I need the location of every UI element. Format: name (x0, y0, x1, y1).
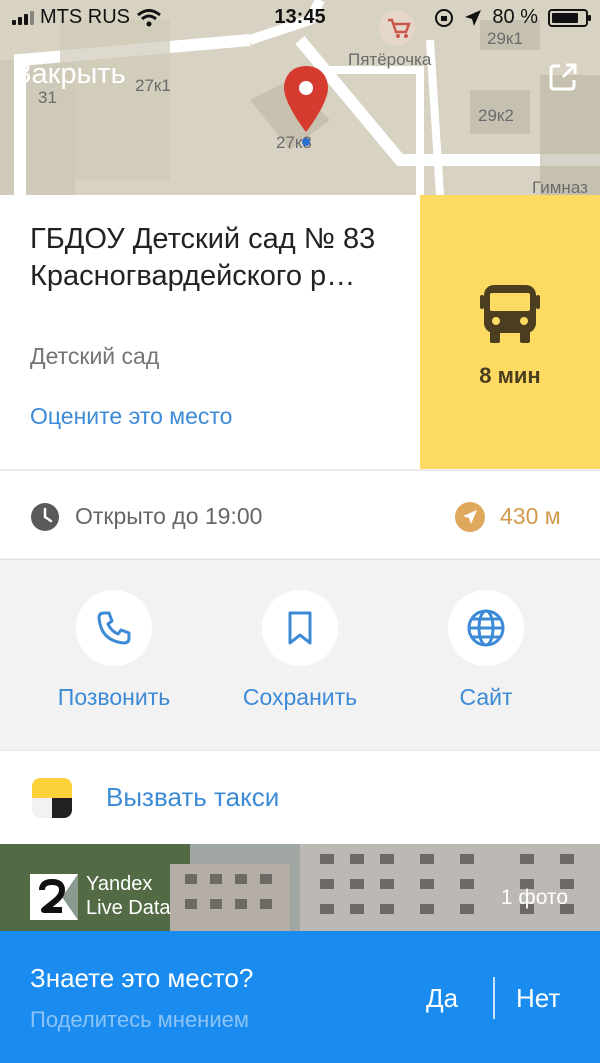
live-data-product: Live Data (86, 897, 171, 919)
close-button[interactable]: Закрыть (14, 58, 126, 91)
yes-button[interactable]: Да (426, 983, 458, 1014)
map-preview[interactable]: 31 27к1 27к3 Пятёрочка 29к1 29к2 Гимназ … (0, 0, 600, 195)
live-data-brand: Yandex (86, 873, 153, 895)
place-title: ГБДОУ Детский сад № 83 Красногвардейског… (30, 223, 376, 292)
clock-icon (31, 503, 59, 531)
yandex-taxi-icon (32, 778, 72, 818)
map-label: 31 (38, 88, 57, 107)
phone-icon (97, 611, 131, 645)
location-arrow-icon (465, 9, 482, 26)
orientation-lock-icon (435, 8, 454, 27)
feedback-question: Знаете это место? (30, 963, 254, 993)
bookmark-icon (288, 611, 312, 645)
info-row: Открыто до 19:00 430 м (0, 470, 600, 558)
live-data-label: Yandex Live Data (86, 872, 171, 920)
feedback-divider (493, 977, 495, 1019)
external-link-icon[interactable] (548, 62, 578, 92)
call-label: Позвонить (57, 684, 171, 710)
map-label: Пятёрочка (348, 50, 432, 69)
battery-percent: 80 % (492, 6, 538, 28)
save-button[interactable]: Сохранить (220, 590, 380, 711)
rate-place-link[interactable]: Оцените это место (30, 403, 232, 430)
actions-bar: Позвонить Сохранить Сайт (0, 559, 600, 749)
feedback-prompt: Поделитесь мнением (30, 1007, 249, 1032)
globe-icon (467, 609, 505, 647)
distance: 430 м (500, 503, 561, 529)
place-category: Детский сад (30, 343, 160, 369)
website-label: Сайт (459, 684, 513, 710)
taxi-row[interactable]: Вызвать такси (0, 750, 600, 844)
map-label: 29к2 (478, 106, 514, 125)
call-taxi-link[interactable]: Вызвать такси (106, 782, 279, 813)
place-card-header: ГБДОУ Детский сад № 83 Красногвардейског… (0, 195, 600, 469)
navigation-arrow-icon (455, 502, 485, 532)
map-pin-icon (284, 66, 328, 146)
website-button[interactable]: Сайт (406, 590, 566, 711)
feedback-bar: Знаете это место? Поделитесь мнением Да … (0, 931, 600, 1063)
call-button[interactable]: Позвонить (34, 590, 194, 711)
save-label: Сохранить (242, 684, 358, 710)
battery-icon (548, 8, 591, 27)
no-button[interactable]: Нет (516, 983, 560, 1014)
opening-hours: Открыто до 19:00 (75, 503, 263, 529)
yandex-live-data-logo (30, 874, 78, 920)
map-label: Гимназ (532, 178, 588, 195)
status-bar: MTS RUS 13:45 80 % (0, 0, 600, 38)
photo-gallery[interactable]: Yandex Live Data 1 фото (0, 844, 600, 932)
route-button[interactable]: 8 мин (420, 195, 600, 469)
battery-fill (552, 12, 578, 23)
bus-icon (480, 285, 540, 343)
photo-count: 1 фото (500, 886, 568, 909)
map-label: 27к1 (135, 76, 171, 95)
route-eta: 8 мин (479, 363, 541, 388)
